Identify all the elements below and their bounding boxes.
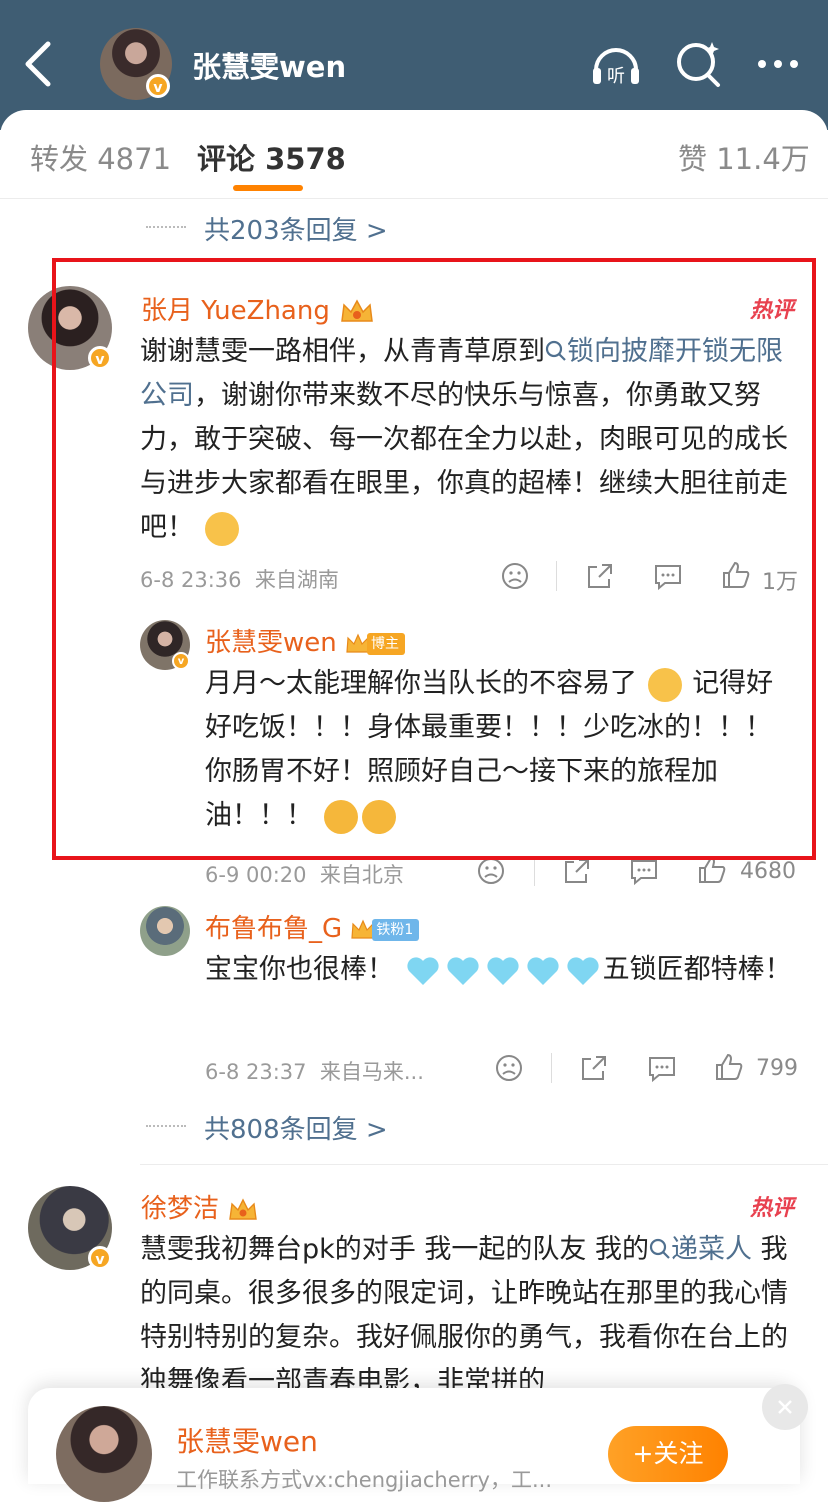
listen-label: 听 bbox=[607, 66, 625, 87]
like-count: 4680 bbox=[740, 859, 796, 884]
reply-meta: 6-8 23:37 来自马来... bbox=[205, 1056, 424, 1086]
crown-icon bbox=[229, 1197, 258, 1220]
reply-avatar[interactable] bbox=[140, 906, 190, 956]
reply-meta: 6-9 00:20 来自北京 bbox=[205, 859, 404, 889]
reply-time: 6-9 00:20 bbox=[205, 863, 307, 887]
dislike-face-icon[interactable] bbox=[476, 856, 506, 886]
reply-name[interactable]: 布鲁布鲁_G 铁粉1 bbox=[205, 908, 420, 945]
heart-icon bbox=[446, 956, 479, 985]
commenter-name[interactable]: 徐梦洁 bbox=[141, 1188, 259, 1225]
tab-like[interactable]: 赞 11.4万 bbox=[678, 136, 810, 178]
fan-tag: 铁粉1 bbox=[372, 918, 420, 941]
back-icon[interactable] bbox=[18, 38, 58, 90]
hot-comment-badge: 热评 bbox=[750, 1196, 795, 1221]
author-avatar[interactable] bbox=[56, 1406, 152, 1502]
close-card-button[interactable] bbox=[762, 1384, 808, 1430]
action-separator bbox=[534, 856, 535, 886]
share-icon[interactable] bbox=[579, 1053, 609, 1083]
share-icon[interactable] bbox=[562, 856, 592, 886]
more-replies-link[interactable]: 共808条回复 > bbox=[204, 1109, 388, 1146]
reply-text: 宝宝你也很棒！ 五锁匠都特棒！ bbox=[205, 948, 795, 992]
dislike-face-icon[interactable] bbox=[494, 1053, 524, 1083]
highlight-box bbox=[52, 258, 816, 860]
more-icon[interactable] bbox=[750, 36, 806, 92]
footer-description: 工作联系方式vx:chengjiacherry，工... bbox=[176, 1468, 553, 1492]
comment-text: 慧雯我初舞台pk的对手 我一起的队友 我的 递菜人 我的同桌。很多很多的限定词，让… bbox=[140, 1228, 800, 1390]
action-separator bbox=[551, 1053, 552, 1083]
reply-time: 6-8 23:37 bbox=[205, 1060, 307, 1084]
tab-comment[interactable]: 评论 3578 bbox=[197, 136, 346, 178]
reply-name-text: 布鲁布鲁_G bbox=[205, 914, 343, 944]
reply-location: 来自马来... bbox=[319, 1060, 424, 1084]
comment-icon[interactable] bbox=[647, 1053, 677, 1083]
reply-text-part: 五锁匠都特棒！ bbox=[602, 954, 792, 985]
dotted-divider bbox=[146, 1125, 186, 1127]
search-icon bbox=[649, 1238, 670, 1259]
comment-divider bbox=[140, 1164, 828, 1165]
like-count: 799 bbox=[756, 1056, 798, 1081]
close-icon bbox=[778, 1400, 792, 1414]
heart-icon bbox=[566, 956, 599, 985]
more-replies-link[interactable]: 共203条回复 > bbox=[204, 210, 388, 247]
page-title[interactable]: 张慧雯wen bbox=[192, 44, 346, 86]
tab-active-indicator bbox=[233, 185, 303, 191]
tab-bar: 转发 4871 评论 3578 赞 11.4万 bbox=[0, 110, 828, 199]
topic-link[interactable]: 递菜人 bbox=[649, 1234, 752, 1265]
tab-repost[interactable]: 转发 4871 bbox=[30, 136, 171, 178]
footer-name[interactable]: 张慧雯wen bbox=[176, 1420, 318, 1460]
comment-text-part: 慧雯我初舞台pk的对手 我一起的队友 我的 bbox=[140, 1234, 649, 1265]
commenter-name-text: 徐梦洁 bbox=[141, 1194, 220, 1224]
heart-icon bbox=[526, 956, 559, 985]
dotted-divider bbox=[146, 226, 186, 228]
heart-icon bbox=[406, 956, 439, 985]
verified-badge-icon: v bbox=[146, 74, 170, 98]
reply-location: 来自北京 bbox=[319, 863, 404, 887]
verified-badge-icon: v bbox=[88, 1246, 112, 1270]
heart-icon bbox=[486, 956, 519, 985]
comment-icon[interactable] bbox=[629, 856, 659, 886]
topic-link-text: 递菜人 bbox=[670, 1234, 752, 1265]
search-icon[interactable] bbox=[672, 36, 728, 92]
listen-icon[interactable]: 听 bbox=[588, 36, 644, 92]
reply-text-part: 宝宝你也很棒！ bbox=[205, 954, 394, 985]
like-thumb-icon[interactable] bbox=[714, 1052, 744, 1082]
follow-button[interactable]: +关注 bbox=[608, 1426, 728, 1482]
